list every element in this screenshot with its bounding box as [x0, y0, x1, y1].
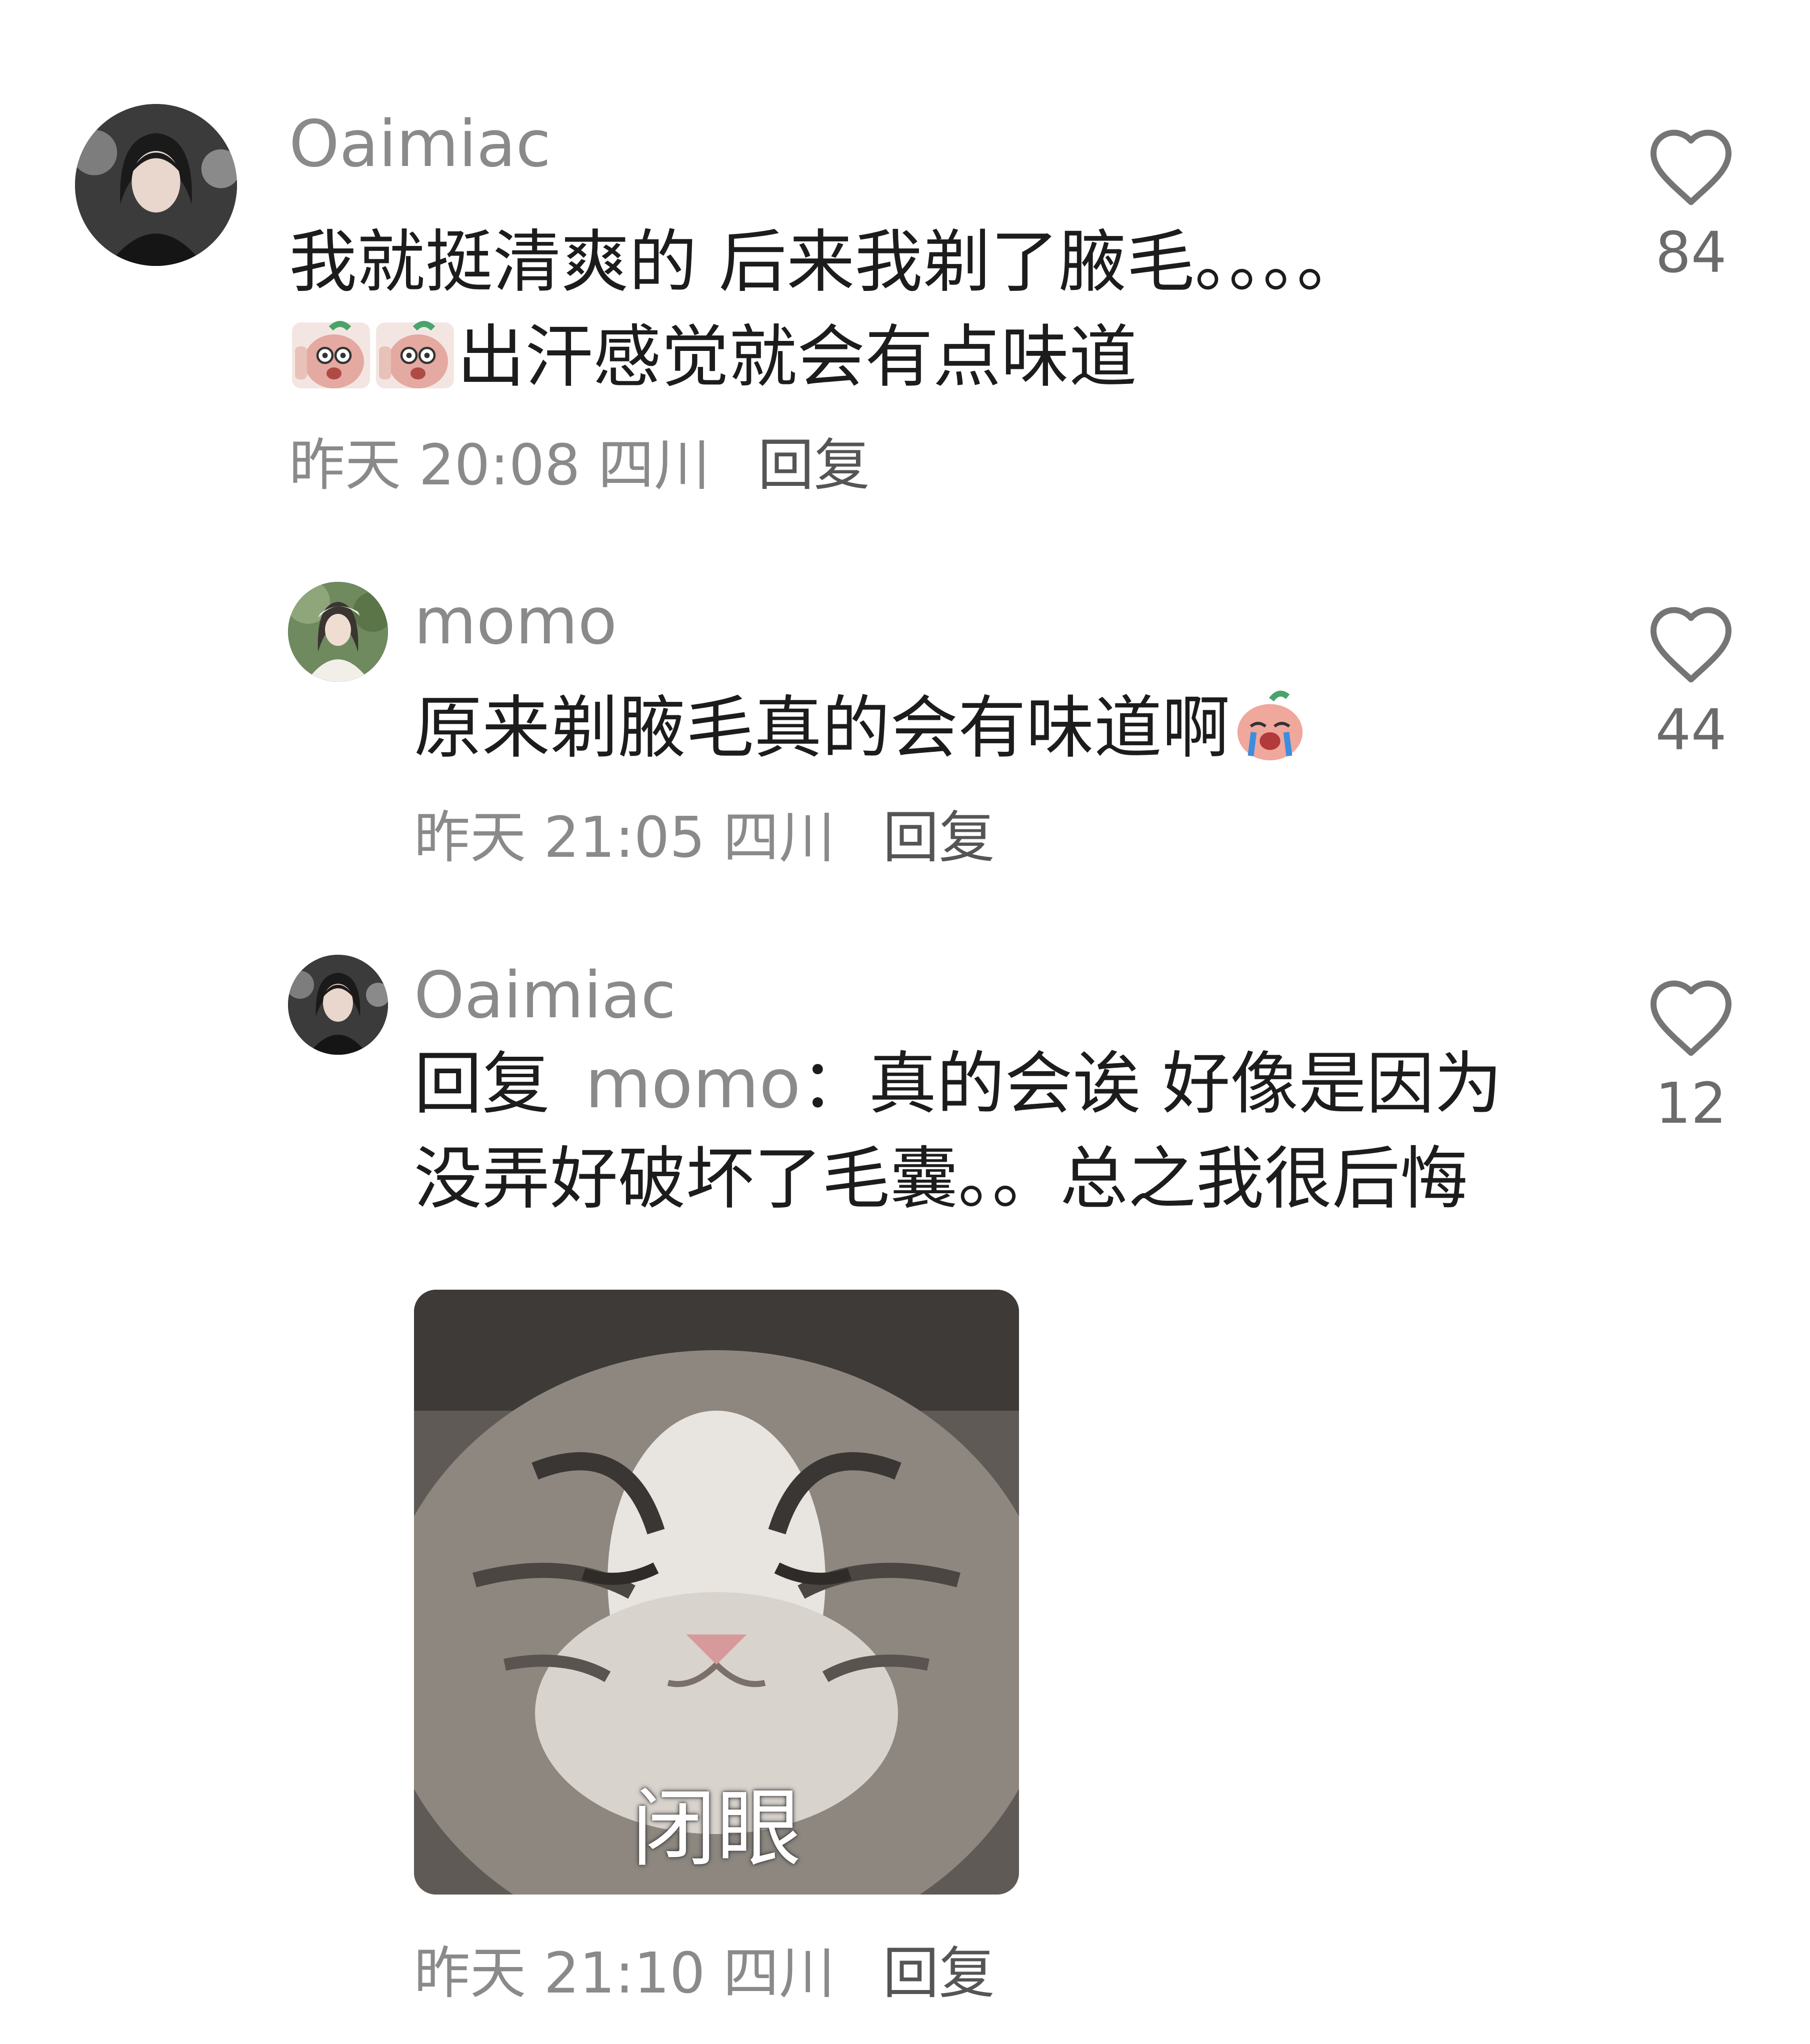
- timestamp: 昨天 21:05: [414, 805, 706, 870]
- peach-emoji: [289, 316, 373, 416]
- comment-text-rest: ：真的会诶 好像是因为: [800, 1045, 1502, 1124]
- comment-text-line-1: 原来剃腋毛真的会有味道啊: [414, 681, 1310, 776]
- heart-outline-icon: [1650, 980, 1732, 1056]
- comment-text-line-2: 没弄好破坏了毛囊。。总之我很后悔: [414, 1140, 1468, 1219]
- comment-1: Oaimiac 我就挺清爽的 后来我剃了腋毛。。。。 出汗感觉就会有点味道 昨天…: [0, 0, 1810, 525]
- comment-text-line-1: 我就挺清爽的 后来我剃了腋毛。。。。: [289, 223, 1365, 302]
- comment-meta: 昨天 21:05 四川 回复: [414, 810, 995, 866]
- reply-button[interactable]: 回复: [758, 433, 870, 498]
- sticker-image[interactable]: 闭眼: [414, 1290, 1019, 1895]
- like-button[interactable]: 84: [1631, 125, 1751, 281]
- comment-text: 我就挺清爽的 后来我剃了腋毛。。。。 出汗感觉就会有点味道: [289, 215, 1364, 405]
- avatar-image: [288, 582, 388, 682]
- reply-button[interactable]: 回复: [883, 805, 995, 870]
- heart-outline-icon: [1650, 129, 1732, 205]
- comment-2: momo 原来剃腋毛真的会有味道啊 昨天 21:05 四川 回复 44: [0, 550, 1810, 890]
- avatar[interactable]: [75, 104, 237, 266]
- reply-prefix: 回复: [414, 1045, 550, 1124]
- comment-3: Oaimiac 回复 momo：真的会诶 好像是因为 没弄好破坏了毛囊。。总之我很…: [0, 925, 1810, 2044]
- comment-text-line-2-text: 出汗感觉就会有点味道: [457, 318, 1137, 397]
- comment-text-line-2: 出汗感觉就会有点味道: [289, 310, 1364, 405]
- username[interactable]: momo: [414, 590, 617, 654]
- like-count: 12: [1655, 1071, 1727, 1136]
- avatar[interactable]: [288, 582, 388, 682]
- location: 四川: [722, 1941, 835, 2006]
- sticker-caption: 闭眼: [631, 1780, 802, 1879]
- username[interactable]: Oaimiac: [289, 112, 551, 176]
- reply-button[interactable]: 回复: [883, 1941, 995, 2006]
- like-button[interactable]: 44: [1631, 602, 1751, 758]
- comment-text-content: 原来剃腋毛真的会有味道啊: [414, 689, 1230, 768]
- avatar[interactable]: [288, 955, 388, 1055]
- mention-link[interactable]: momo: [585, 1045, 800, 1124]
- avatar-image: [288, 955, 388, 1055]
- location: 四川: [598, 433, 710, 498]
- peach-emoji: [373, 316, 457, 416]
- timestamp: 昨天 20:08: [289, 433, 580, 498]
- comment-text: 原来剃腋毛真的会有味道啊: [414, 681, 1310, 776]
- crying-peach-emoji: [1230, 687, 1310, 787]
- username[interactable]: Oaimiac: [414, 964, 676, 1028]
- heart-outline-icon: [1650, 607, 1732, 683]
- timestamp: 昨天 21:10: [414, 1941, 706, 2006]
- like-button[interactable]: 12: [1631, 976, 1751, 1132]
- like-count: 84: [1655, 220, 1727, 285]
- avatar-image: [75, 104, 237, 266]
- comment-meta: 昨天 21:10 四川 回复: [414, 1946, 995, 2002]
- comment-meta: 昨天 20:08 四川 回复: [289, 437, 870, 493]
- location: 四川: [722, 805, 835, 870]
- comment-text: 回复 momo：真的会诶 好像是因为 没弄好破坏了毛囊。。总之我很后悔: [414, 1037, 1502, 1227]
- like-count: 44: [1655, 698, 1727, 763]
- comment-text-line-1: 回复 momo：真的会诶 好像是因为: [414, 1037, 1502, 1132]
